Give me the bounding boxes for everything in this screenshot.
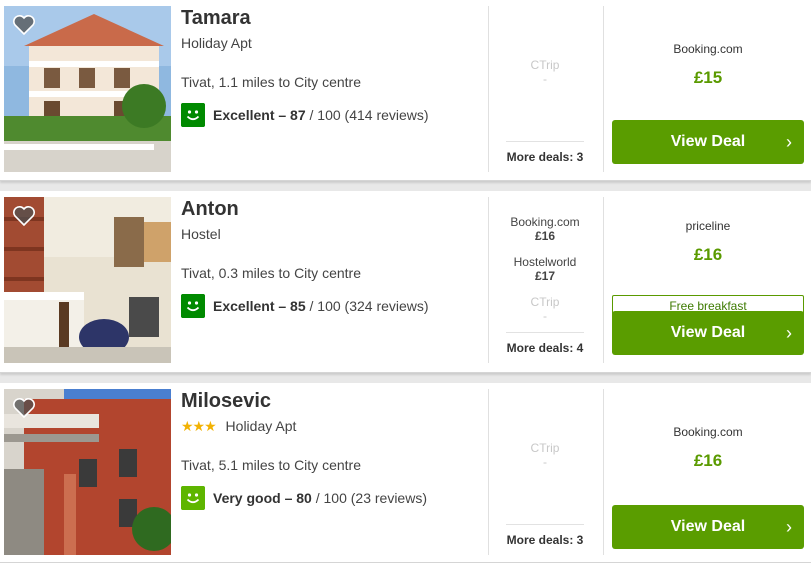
- view-deal-label: View Deal: [670, 133, 746, 150]
- rating-reviews: / 100 (414 reviews): [305, 107, 429, 123]
- view-deal-button[interactable]: View Deal ›: [612, 505, 804, 549]
- deal-provider[interactable]: Booking.com: [500, 215, 590, 229]
- deal-price: -: [543, 455, 547, 469]
- more-deals-link[interactable]: More deals: 4: [506, 332, 584, 355]
- accommodation-type: ★★★ Holiday Apt: [181, 417, 481, 435]
- smiley-rating-icon: [181, 486, 205, 510]
- divider: [488, 6, 489, 172]
- main-deal-provider: Booking.com: [673, 42, 743, 56]
- hotel-location: Tivat, 0.3 miles to City centre: [181, 265, 361, 281]
- deal-provider[interactable]: Hostelworld: [500, 255, 590, 269]
- main-deal: priceline £16 Free breakfast View Deal ›: [612, 197, 804, 363]
- hotel-location: Tivat, 5.1 miles to City centre: [181, 457, 361, 473]
- result-card-milosevic: Milosevic ★★★ Holiday Apt Tivat, 5.1 mil…: [0, 383, 811, 563]
- rating-row[interactable]: Excellent – 85 / 100 (324 reviews): [181, 294, 481, 318]
- main-deal: Booking.com £15 View Deal ›: [612, 6, 804, 172]
- deal-price: -: [543, 309, 547, 323]
- more-deals-link[interactable]: More deals: 3: [506, 141, 584, 164]
- rating-score: Excellent – 87: [213, 107, 306, 123]
- accommodation-type-label: Holiday Apt: [181, 35, 252, 51]
- other-deals: CTrip - More deals: 3: [500, 6, 590, 172]
- heart-icon[interactable]: [12, 396, 36, 418]
- hotel-photo[interactable]: [4, 197, 171, 363]
- heart-icon[interactable]: [12, 204, 36, 226]
- rating-reviews: / 100 (23 reviews): [311, 490, 427, 506]
- divider: [603, 389, 604, 555]
- hotel-name[interactable]: Tamara: [181, 6, 481, 30]
- deal-provider[interactable]: CTrip: [500, 295, 590, 309]
- hotel-name[interactable]: Milosevic: [181, 389, 481, 413]
- smiley-rating-icon: [181, 103, 205, 127]
- deal-price[interactable]: £17: [500, 269, 590, 283]
- rating-row[interactable]: Very good – 80 / 100 (23 reviews): [181, 486, 481, 510]
- chevron-right-icon: ›: [786, 132, 792, 152]
- other-deals: CTrip - More deals: 3: [500, 389, 590, 555]
- deal-provider[interactable]: CTrip: [500, 58, 590, 72]
- hotel-photo[interactable]: [4, 389, 171, 555]
- view-deal-button[interactable]: View Deal ›: [612, 120, 804, 164]
- accommodation-type-label: Holiday Apt: [225, 418, 297, 434]
- result-card-anton: Anton Hostel Tivat, 0.3 miles to City ce…: [0, 191, 811, 373]
- main-deal-price[interactable]: £16: [612, 451, 804, 471]
- view-deal-label: View Deal: [670, 324, 746, 341]
- divider: [603, 197, 604, 363]
- view-deal-button[interactable]: View Deal ›: [612, 311, 804, 355]
- hotel-info: Milosevic ★★★ Holiday Apt Tivat, 5.1 mil…: [181, 389, 481, 510]
- main-deal-provider: priceline: [685, 219, 731, 233]
- divider: [603, 6, 604, 172]
- accommodation-type-label: Hostel: [181, 226, 221, 242]
- hotel-info: Tamara Holiday Apt Tivat, 1.1 miles to C…: [181, 6, 481, 127]
- other-deals: Booking.com £16 Hostelworld £17 CTrip - …: [500, 197, 590, 363]
- view-deal-label: View Deal: [670, 518, 746, 535]
- hotel-name[interactable]: Anton: [181, 197, 481, 221]
- deal-provider[interactable]: CTrip: [500, 441, 590, 455]
- divider: [488, 389, 489, 555]
- chevron-right-icon: ›: [786, 323, 792, 343]
- accommodation-type: Hostel: [181, 225, 481, 243]
- more-deals-link[interactable]: More deals: 3: [506, 524, 584, 547]
- hotel-photo[interactable]: [4, 6, 171, 172]
- heart-icon[interactable]: [12, 13, 36, 35]
- main-deal-price[interactable]: £15: [612, 68, 804, 88]
- accommodation-type: Holiday Apt: [181, 34, 481, 52]
- hotel-location: Tivat, 1.1 miles to City centre: [181, 74, 361, 90]
- main-deal-provider: Booking.com: [673, 425, 743, 439]
- rating-score: Very good – 80: [213, 490, 312, 506]
- rating-reviews: / 100 (324 reviews): [305, 298, 429, 314]
- deal-price: -: [543, 72, 547, 86]
- result-card-tamara: Tamara Holiday Apt Tivat, 1.1 miles to C…: [0, 0, 811, 181]
- hotel-info: Anton Hostel Tivat, 0.3 miles to City ce…: [181, 197, 481, 318]
- rating-row[interactable]: Excellent – 87 / 100 (414 reviews): [181, 103, 481, 127]
- rating-score: Excellent – 85: [213, 298, 306, 314]
- smiley-rating-icon: [181, 294, 205, 318]
- deal-price[interactable]: £16: [500, 229, 590, 243]
- chevron-right-icon: ›: [786, 517, 792, 537]
- main-deal-price[interactable]: £16: [612, 245, 804, 265]
- main-deal: Booking.com £16 View Deal ›: [612, 389, 804, 555]
- divider: [488, 197, 489, 363]
- star-rating: ★★★: [181, 418, 217, 434]
